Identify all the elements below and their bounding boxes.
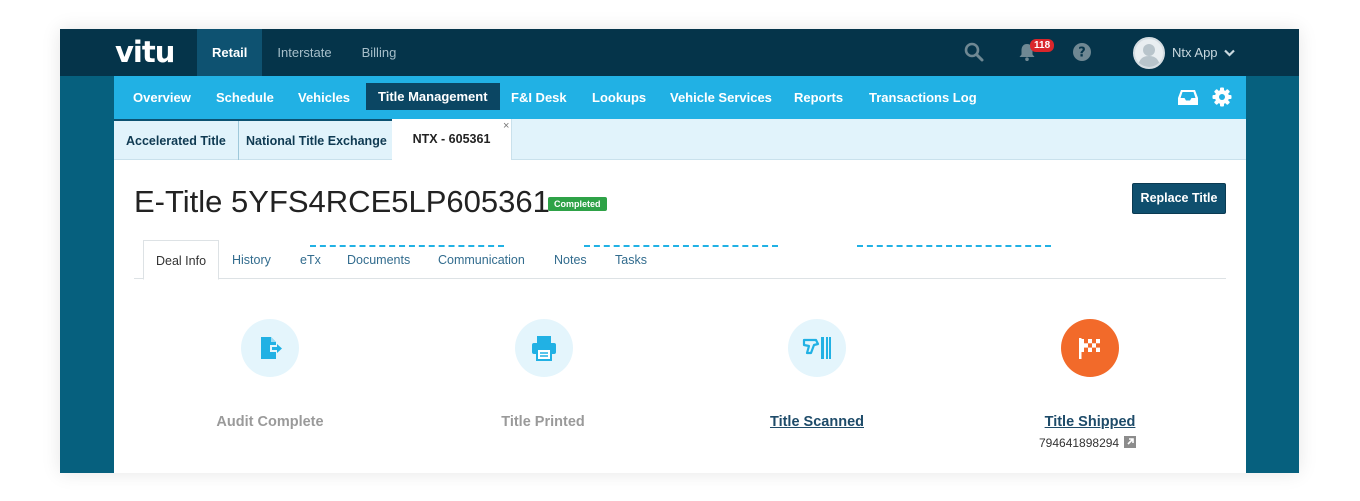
tab-deal-info[interactable]: Deal Info (143, 240, 220, 280)
top-nav: Retail Interstate Billing (197, 29, 411, 76)
doc-tab-ntx-605361[interactable]: NTX - 605361 (392, 119, 512, 161)
checkered-flag-icon (1079, 338, 1100, 359)
top-nav-billing[interactable]: Billing (347, 29, 412, 76)
step-title-printed-circle (515, 319, 573, 377)
top-nav-interstate[interactable]: Interstate (262, 29, 346, 76)
chevron-down-icon (1224, 49, 1235, 57)
step-link-title-scanned[interactable]: Title Scanned (727, 414, 907, 430)
doc-tab-accelerated-title[interactable]: Accelerated Title (114, 119, 239, 160)
subnav-transactions-log[interactable]: Transactions Log (869, 76, 977, 119)
tab-notes[interactable]: Notes (554, 240, 587, 279)
doc-tab-national-title-exchange[interactable]: National Title Exchange (234, 119, 400, 160)
step-title-scanned-circle (788, 319, 846, 377)
replace-title-button[interactable]: Replace Title (1132, 183, 1226, 214)
doc-tab-label: NTX - 605361 (412, 132, 491, 146)
tab-history[interactable]: History (232, 240, 271, 279)
step-audit-complete-circle (241, 319, 299, 377)
subnav-title-management[interactable]: Title Management (366, 83, 500, 110)
svg-text:?: ? (1078, 46, 1086, 61)
top-nav-retail[interactable]: Retail (197, 29, 263, 76)
sub-nav: Overview Schedule Vehicles Title Managem… (114, 76, 1246, 119)
tracking-number-link[interactable]: 794641898294 (1039, 436, 1137, 450)
document-tabs: Accelerated Title National Title Exchang… (114, 119, 1246, 161)
subnav-fi-desk[interactable]: F&I Desk (511, 76, 567, 119)
subnav-lookups[interactable]: Lookups (592, 76, 646, 119)
progress-connector (857, 245, 1051, 247)
tracking-number: 794641898294 (1039, 436, 1120, 450)
progress-connector (584, 245, 778, 247)
gear-icon[interactable] (1212, 87, 1232, 107)
notification-count-badge[interactable]: 118 (1030, 39, 1055, 52)
user-name: Ntx App (1172, 45, 1218, 60)
subnav-schedule[interactable]: Schedule (216, 76, 274, 119)
help-icon[interactable]: ? (1071, 41, 1093, 63)
subnav-reports[interactable]: Reports (794, 76, 843, 119)
subnav-overview[interactable]: Overview (133, 76, 191, 119)
user-menu[interactable]: Ntx App (1172, 29, 1235, 76)
top-bar: vitu Retail Interstate Billing 118 ? Ntx… (60, 29, 1299, 76)
close-tab-icon[interactable]: × (503, 120, 509, 132)
external-link-icon (1124, 436, 1137, 448)
user-avatar[interactable] (1133, 37, 1165, 69)
status-badge: Completed (548, 197, 607, 211)
progress-connector (310, 245, 504, 247)
printer-icon (532, 336, 556, 361)
subnav-vehicle-services[interactable]: Vehicle Services (670, 76, 772, 119)
document-export-icon (261, 337, 282, 359)
step-link-title-shipped[interactable]: Title Shipped (1000, 414, 1180, 430)
app-window: vitu Retail Interstate Billing 118 ? Ntx… (60, 29, 1299, 473)
page-title: E-Title 5YFS4RCE5LP605361 (134, 184, 550, 219)
step-title-shipped-circle (1061, 319, 1119, 377)
step-label-title-printed: Title Printed (501, 414, 585, 430)
vitu-logo[interactable]: vitu (115, 35, 175, 69)
step-label-audit-complete: Audit Complete (216, 414, 324, 430)
subnav-vehicles[interactable]: Vehicles (298, 76, 350, 119)
inbox-icon[interactable] (1177, 88, 1199, 107)
search-icon[interactable] (963, 41, 985, 63)
scanner-icon (802, 337, 831, 359)
